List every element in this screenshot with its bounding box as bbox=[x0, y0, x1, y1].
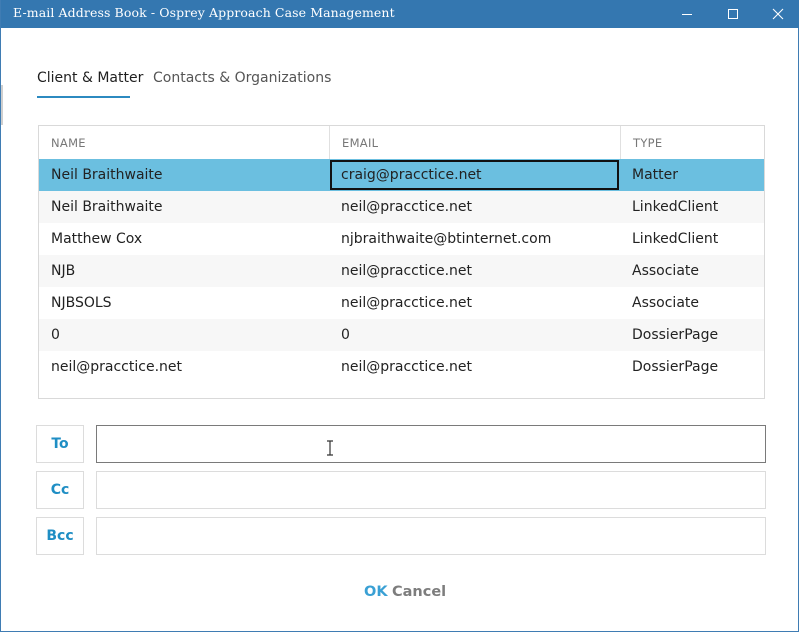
cell-type: Associate bbox=[632, 295, 699, 311]
cell-type: DossierPage bbox=[632, 327, 719, 343]
cell-email: njbraithwaite@btinternet.com bbox=[341, 231, 552, 247]
tab-contacts-organizations[interactable]: Contacts & Organizations bbox=[153, 70, 331, 98]
cc-row: Cc bbox=[36, 471, 766, 509]
grid-header: NAME EMAIL TYPE bbox=[39, 126, 764, 160]
cell-email: neil@pracctice.net bbox=[341, 199, 472, 215]
cancel-button[interactable]: Cancel bbox=[392, 584, 446, 600]
cell-name: Neil Braithwaite bbox=[51, 167, 163, 183]
to-row: To bbox=[36, 425, 766, 463]
column-header-type[interactable]: TYPE bbox=[620, 126, 766, 159]
column-header-email[interactable]: EMAIL bbox=[329, 126, 620, 159]
minimize-button[interactable] bbox=[664, 0, 710, 28]
cc-button[interactable]: Cc bbox=[36, 471, 84, 509]
bcc-input[interactable] bbox=[96, 517, 766, 555]
cell-email: neil@pracctice.net bbox=[341, 295, 472, 311]
address-book-window: E-mail Address Book - Osprey Approach Ca… bbox=[0, 0, 799, 632]
cell-email: neil@pracctice.net bbox=[341, 263, 472, 279]
window-title: E-mail Address Book - Osprey Approach Ca… bbox=[13, 5, 395, 20]
cc-input[interactable] bbox=[96, 471, 766, 509]
cell-email-focused[interactable]: craig@pracctice.net bbox=[329, 159, 620, 191]
cell-name: Neil Braithwaite bbox=[51, 199, 163, 215]
ok-button[interactable]: OK bbox=[364, 584, 388, 600]
cell-name: 0 bbox=[51, 327, 60, 343]
table-row[interactable]: NJB neil@pracctice.net Associate bbox=[39, 255, 764, 287]
tab-client-matter[interactable]: Client & Matter bbox=[37, 70, 143, 98]
column-header-name[interactable]: NAME bbox=[39, 126, 329, 159]
bcc-button[interactable]: Bcc bbox=[36, 517, 84, 555]
title-bar[interactable]: E-mail Address Book - Osprey Approach Ca… bbox=[1, 0, 799, 28]
to-button[interactable]: To bbox=[36, 425, 84, 463]
maximize-button[interactable] bbox=[710, 0, 756, 28]
window-edge-mark bbox=[1, 85, 3, 125]
cell-name: NJBSOLS bbox=[51, 295, 112, 311]
table-row[interactable]: Matthew Cox njbraithwaite@btinternet.com… bbox=[39, 223, 764, 255]
cell-email: neil@pracctice.net bbox=[341, 359, 472, 375]
to-input[interactable] bbox=[96, 425, 766, 463]
cell-name: Matthew Cox bbox=[51, 231, 143, 247]
cell-name: neil@pracctice.net bbox=[51, 359, 182, 375]
table-row[interactable]: Neil Braithwaite neil@pracctice.net Link… bbox=[39, 191, 764, 223]
cell-type: LinkedClient bbox=[632, 231, 719, 247]
table-row[interactable]: NJBSOLS neil@pracctice.net Associate bbox=[39, 287, 764, 319]
table-row[interactable]: neil@pracctice.net neil@pracctice.net Do… bbox=[39, 351, 764, 383]
cell-type: Associate bbox=[632, 263, 699, 279]
bcc-row: Bcc bbox=[36, 517, 766, 555]
cell-name: NJB bbox=[51, 263, 76, 279]
cell-type: LinkedClient bbox=[632, 199, 719, 215]
table-row-selected[interactable]: Neil Braithwaite craig@pracctice.net Mat… bbox=[39, 159, 764, 191]
maximize-icon bbox=[728, 9, 738, 19]
cell-email: 0 bbox=[341, 327, 350, 343]
text-cursor-icon bbox=[327, 440, 333, 456]
address-grid[interactable]: NAME EMAIL TYPE Neil Braithwaite craig@p… bbox=[38, 125, 765, 399]
close-button[interactable] bbox=[755, 0, 799, 28]
table-row[interactable]: 0 0 DossierPage bbox=[39, 319, 764, 351]
cell-type: Matter bbox=[632, 167, 679, 183]
close-icon bbox=[772, 8, 784, 20]
active-tab-indicator bbox=[37, 96, 130, 98]
minimize-icon bbox=[682, 14, 692, 15]
cell-type: DossierPage bbox=[632, 359, 719, 375]
